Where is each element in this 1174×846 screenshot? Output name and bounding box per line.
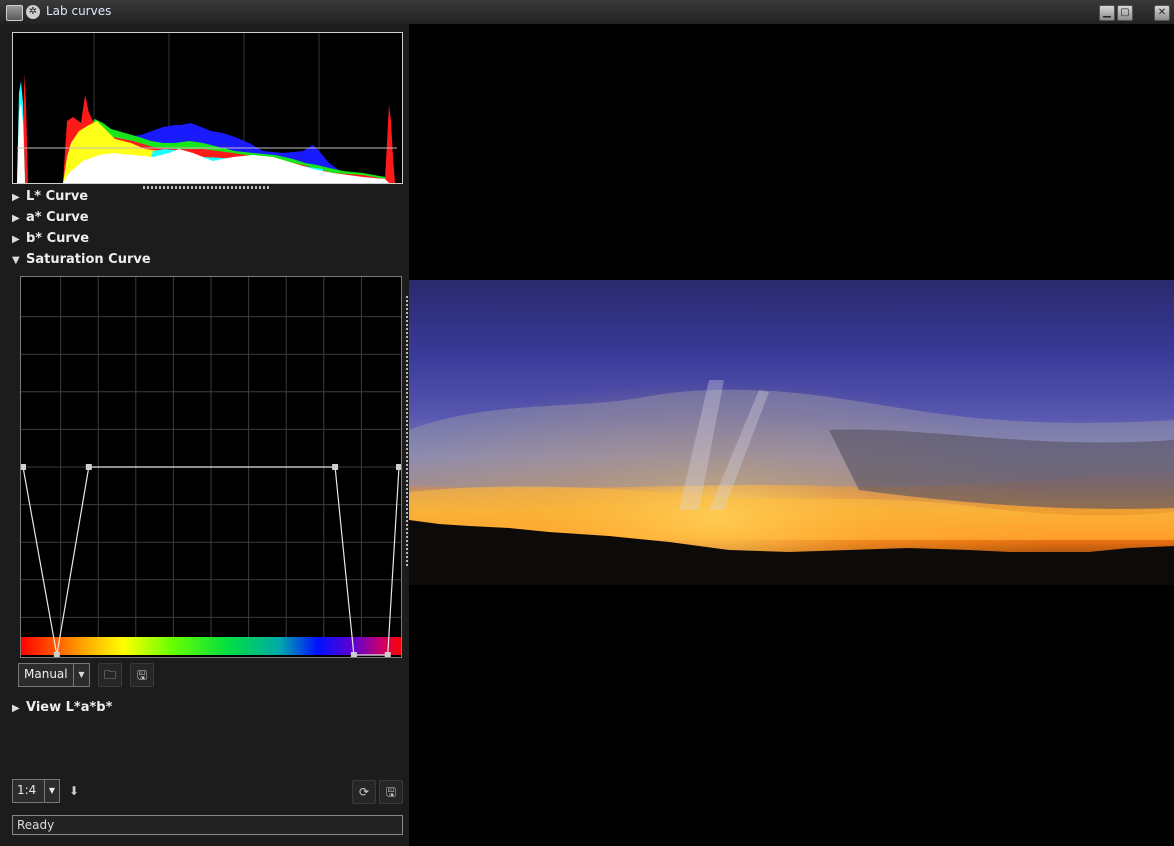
section-view-lab[interactable]: ▶ View L*a*b*	[12, 699, 112, 717]
section-b-curve[interactable]: ▶ b* Curve	[12, 230, 89, 248]
download-arrow-icon: ⬇	[68, 784, 80, 798]
panel-splitter-handle[interactable]	[406, 296, 408, 566]
reset-button[interactable]: ⟳	[352, 780, 376, 804]
section-label: a* Curve	[26, 210, 89, 225]
hue-gradient-bar	[21, 637, 401, 655]
expander-right-icon: ▶	[12, 703, 20, 714]
histogram-graph	[17, 33, 397, 183]
zoom-value: 1:4	[17, 783, 37, 797]
preset-select[interactable]: Manual ▼	[18, 663, 90, 687]
section-a-curve[interactable]: ▶ a* Curve	[12, 209, 89, 227]
status-bar: Ready	[12, 815, 403, 835]
preview-photo	[409, 280, 1174, 585]
curve-control-point[interactable]	[350, 652, 357, 658]
curve-control-point[interactable]	[20, 464, 26, 470]
expander-down-icon: ▼	[12, 255, 20, 266]
save-image-button[interactable]: 🖫	[379, 780, 403, 804]
window-title: Lab curves	[46, 4, 112, 18]
section-label: b* Curve	[26, 231, 90, 246]
curve-control-point[interactable]	[332, 464, 339, 470]
curve-control-point[interactable]	[384, 652, 391, 658]
histogram-resize-handle[interactable]	[143, 186, 271, 189]
curve-control-point[interactable]	[85, 464, 92, 470]
app-icon[interactable]	[6, 5, 23, 21]
saturation-curve-editor[interactable]	[20, 276, 402, 658]
section-l-curve[interactable]: ▶ L* Curve	[12, 188, 88, 206]
section-saturation-curve[interactable]: ▼ Saturation Curve	[12, 251, 151, 269]
curve-control-point[interactable]	[396, 464, 402, 470]
chevron-down-icon: ▼	[44, 780, 59, 802]
minimize-button[interactable]: ▁	[1099, 5, 1115, 21]
window-menu-icon[interactable]: ✲	[26, 5, 40, 19]
section-label: View L*a*b*	[26, 700, 113, 715]
save-icon: 🖫	[136, 668, 148, 682]
expander-right-icon: ▶	[12, 234, 20, 245]
expander-right-icon: ▶	[12, 192, 20, 203]
histogram	[12, 32, 403, 184]
save-curve-button[interactable]: 🖫	[130, 663, 154, 687]
zoom-select[interactable]: 1:4 ▼	[12, 779, 60, 803]
title-bar: ✲ Lab curves ▁ ▢ ✕	[0, 0, 1174, 25]
section-label: L* Curve	[26, 189, 89, 204]
save-icon: 🖫	[385, 785, 397, 799]
load-curve-button[interactable]: 🗀	[98, 663, 122, 687]
curve-graph[interactable]	[20, 277, 402, 658]
maximize-button[interactable]: ▢	[1117, 5, 1133, 21]
section-label: Saturation Curve	[26, 252, 151, 267]
close-button[interactable]: ✕	[1154, 5, 1170, 21]
image-preview[interactable]	[409, 24, 1174, 846]
refresh-icon: ⟳	[358, 785, 370, 799]
curve-control-point[interactable]	[53, 652, 60, 658]
folder-open-icon: 🗀	[103, 668, 116, 682]
tool-panel: ▶ L* Curve ▶ a* Curve ▶ b* Curve ▼ Saturatio…	[0, 24, 409, 846]
preset-value: Manual	[24, 667, 68, 681]
apply-zoom-button[interactable]: ⬇	[63, 779, 85, 803]
expander-right-icon: ▶	[12, 213, 20, 224]
chevron-down-icon: ▼	[73, 664, 89, 686]
